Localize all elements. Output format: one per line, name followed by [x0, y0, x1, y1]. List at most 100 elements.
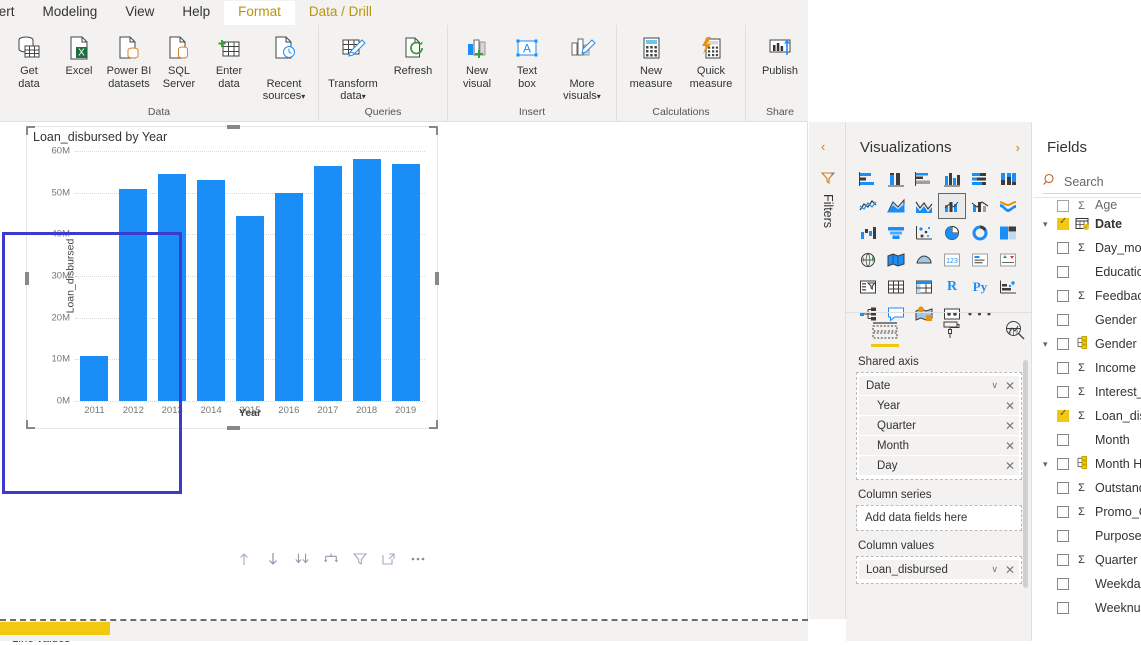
field-checkbox[interactable]: [1057, 482, 1069, 494]
drill-down-toggle-icon[interactable]: [265, 551, 281, 567]
field-item-gender-hierarchy[interactable]: ▾ Gender H: [1033, 332, 1141, 356]
line-and-stacked-column-chart-icon[interactable]: [938, 193, 966, 219]
sql-server-button[interactable]: SQL Server: [154, 27, 204, 90]
chevron-down-icon[interactable]: ▾: [1043, 219, 1057, 230]
report-canvas[interactable]: Loan_disbursed by Year Loan_disbursed 0M…: [0, 122, 808, 619]
visualizations-pane-tabs[interactable]: [846, 312, 1031, 347]
chart-bar[interactable]: [352, 158, 381, 401]
resize-handle-tl2[interactable]: [26, 126, 28, 135]
resize-handle-top[interactable]: [227, 125, 240, 129]
focus-mode-icon[interactable]: [381, 551, 397, 567]
chevron-down-icon[interactable]: ▾: [1043, 339, 1057, 350]
expand-all-down-icon[interactable]: [323, 551, 339, 567]
stacked-bar-chart-icon[interactable]: [854, 166, 882, 192]
field-item-education[interactable]: ▾ Education: [1033, 260, 1141, 284]
field-checkbox[interactable]: [1057, 386, 1069, 398]
field-item-month-hierarchy[interactable]: ▾ Month H: [1033, 452, 1141, 476]
line-chart-icon[interactable]: [854, 193, 882, 219]
transform-data-button[interactable]: Transform data▾: [323, 27, 383, 104]
field-checkbox[interactable]: [1057, 290, 1069, 302]
resize-handle-br2[interactable]: [436, 420, 438, 429]
text-box-button[interactable]: A Text box: [502, 27, 552, 90]
matrix-visual-icon[interactable]: [910, 274, 938, 300]
r-script-visual-icon[interactable]: R: [938, 274, 966, 300]
drill-up-icon[interactable]: [236, 551, 252, 567]
analytics-tab[interactable]: [999, 316, 1031, 344]
remove-field-icon[interactable]: ✕: [1005, 563, 1015, 577]
page-tab-bar[interactable]: [0, 621, 808, 641]
publish-button[interactable]: Publish: [750, 27, 810, 78]
well-item-year[interactable]: Year ✕: [859, 396, 1019, 415]
excel-button[interactable]: X Excel: [54, 27, 104, 78]
field-checkbox[interactable]: [1057, 434, 1069, 446]
100-percent-stacked-column-chart-icon[interactable]: [994, 166, 1022, 192]
field-checkbox[interactable]: [1057, 458, 1069, 470]
field-checkbox[interactable]: [1057, 408, 1069, 422]
visual-type-gallery[interactable]: 123 R Py • • •: [854, 166, 1024, 327]
ribbon-chart-icon[interactable]: [994, 193, 1022, 219]
slicer-visual-icon[interactable]: [854, 274, 882, 300]
chart-bar[interactable]: [236, 215, 264, 401]
field-checkbox[interactable]: [1057, 362, 1069, 374]
well-item-date[interactable]: Date ∨ ✕: [859, 376, 1019, 395]
chart-bar[interactable]: [119, 188, 148, 401]
quick-measure-button[interactable]: Quick measure: [681, 27, 741, 90]
well-item-month[interactable]: Month ✕: [859, 436, 1019, 455]
field-checkbox[interactable]: [1057, 506, 1069, 518]
field-checkbox[interactable]: [1057, 266, 1069, 278]
chart-bar[interactable]: [197, 180, 226, 401]
field-item-age[interactable]: ▾ Σ Age: [1033, 200, 1141, 212]
fields-tab[interactable]: [868, 316, 901, 347]
python-visual-icon[interactable]: Py: [966, 274, 994, 300]
chart-bar[interactable]: [391, 163, 420, 401]
new-visual-button[interactable]: New visual: [452, 27, 502, 90]
well-item-day[interactable]: Day ✕: [859, 456, 1019, 475]
chart-visual-container[interactable]: Loan_disbursed by Year Loan_disbursed 0M…: [25, 125, 439, 430]
key-influencers-visual-icon[interactable]: [994, 274, 1022, 300]
clustered-bar-chart-icon[interactable]: [910, 166, 938, 192]
resize-handle-tr2[interactable]: [436, 126, 438, 135]
field-checkbox[interactable]: [1057, 314, 1069, 326]
get-data-button[interactable]: Get data: [4, 27, 54, 90]
field-item-promo-code[interactable]: ▾ Σ Promo_C: [1033, 500, 1141, 524]
remove-field-icon[interactable]: ✕: [1005, 439, 1015, 453]
scatter-chart-icon[interactable]: [910, 220, 938, 246]
map-visual-icon[interactable]: [854, 247, 882, 273]
power-bi-datasets-button[interactable]: Power BI datasets: [104, 27, 154, 90]
field-item-loan-disbursed[interactable]: ▾ Σ Loan_dis: [1033, 404, 1141, 428]
active-page-tab-indicator[interactable]: [0, 622, 110, 635]
field-item-feedback[interactable]: ▾ Σ Feedback: [1033, 284, 1141, 308]
field-item-weekday[interactable]: ▾ Weekday: [1033, 572, 1141, 596]
ribbon-tab-insert[interactable]: sert: [0, 1, 29, 25]
clustered-column-chart-icon[interactable]: [938, 166, 966, 192]
card-visual-icon[interactable]: 123: [938, 247, 966, 273]
area-chart-icon[interactable]: [882, 193, 910, 219]
ribbon-tab-help[interactable]: Help: [168, 1, 224, 25]
resize-handle-bl2[interactable]: [26, 420, 28, 429]
column-values-well[interactable]: Loan_disbursed ∨ ✕: [856, 556, 1022, 584]
format-tab[interactable]: [933, 316, 966, 344]
recent-sources-button[interactable]: Recent sources▾: [254, 27, 314, 104]
filled-map-visual-icon[interactable]: [882, 247, 910, 273]
kpi-visual-icon[interactable]: [994, 247, 1022, 273]
visual-header-toolbar[interactable]: [236, 546, 444, 572]
field-wells-scrollbar[interactable]: [1023, 360, 1028, 588]
field-item-interest[interactable]: ▾ Σ Interest_: [1033, 380, 1141, 404]
filter-funnel-icon[interactable]: [820, 170, 836, 189]
field-item-date[interactable]: ▾ ✓ Date: [1033, 212, 1141, 236]
shape-map-visual-icon[interactable]: [910, 247, 938, 273]
ribbon-tab-view[interactable]: View: [111, 1, 168, 25]
field-checkbox[interactable]: [1057, 602, 1069, 614]
field-item-purpose[interactable]: ▾ Purpose: [1033, 524, 1141, 548]
stacked-column-chart-icon[interactable]: [882, 166, 910, 192]
field-item-month[interactable]: ▾ Month: [1033, 428, 1141, 452]
field-checkbox[interactable]: [1057, 578, 1069, 590]
ribbon-tab-data-drill[interactable]: Data / Drill: [295, 1, 386, 25]
more-visuals-button[interactable]: More visuals▾: [552, 27, 612, 104]
chevron-down-icon[interactable]: ▾: [1043, 459, 1057, 470]
field-item-quarter[interactable]: ▾ Σ Quarter: [1033, 548, 1141, 572]
chart-bar[interactable]: [80, 356, 109, 401]
resize-handle-left[interactable]: [25, 272, 29, 285]
field-item-income[interactable]: ▾ Σ Income: [1033, 356, 1141, 380]
line-and-clustered-column-chart-icon[interactable]: [966, 193, 994, 219]
